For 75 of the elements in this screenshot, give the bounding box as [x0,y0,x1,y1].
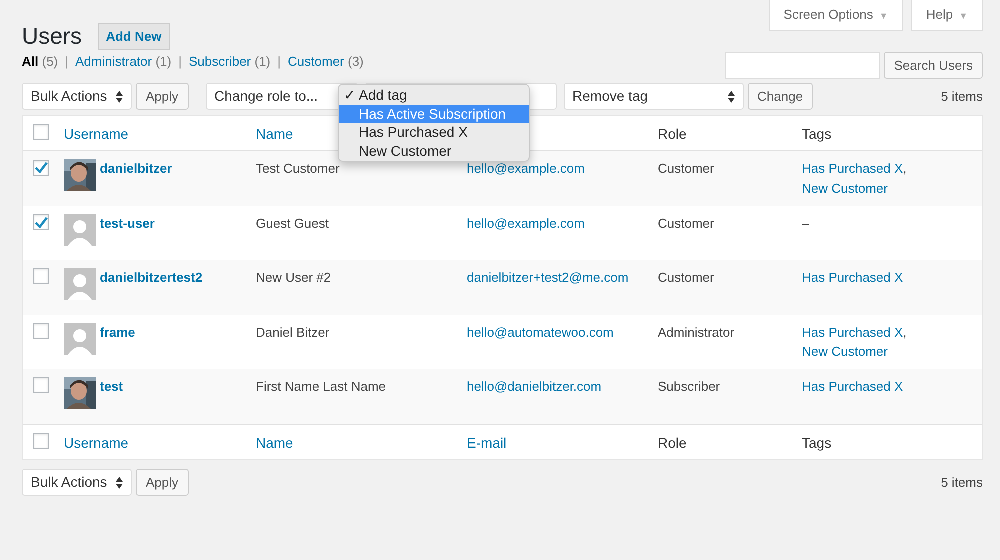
filter-link[interactable]: Administrator (1) [76,52,172,72]
divider-text: | [178,53,182,72]
search-field[interactable] [725,52,880,80]
checkbox[interactable] [33,322,49,339]
column-header: Role [658,435,687,452]
role-text: Customer [658,161,714,176]
tag-text: – [802,216,810,231]
role-text: Customer [658,216,714,231]
tag-link[interactable]: New Customer [802,344,888,360]
avatar-icon [64,322,96,355]
select-field[interactable]: Remove tag [564,83,744,110]
tab-button[interactable]: Screen Options ▼ [768,0,904,30]
divider-text: | [65,53,69,72]
role-text: Customer [658,270,714,286]
item-count: 5 items [941,88,983,106]
menu-item[interactable]: Has Active Subscription [339,104,529,123]
user-link[interactable]: frame [100,322,136,362]
menu-item[interactable]: Has Purchased X [339,123,529,142]
up-down-arrows-icon [116,90,123,103]
user-link[interactable]: test-user [100,214,155,252]
checkbox[interactable] [33,124,49,140]
column-header: Role [658,126,687,142]
page-title: Users [22,22,82,50]
up-down-arrows-icon [116,476,123,489]
select-field[interactable]: Bulk Actions [22,83,132,110]
column-header-link[interactable]: Username [64,435,129,452]
item-count: 5 items [941,474,983,492]
role-text: Administrator [658,324,735,340]
search-button[interactable]: Search Users [884,52,983,80]
select-field[interactable]: Bulk Actions [22,469,132,496]
name-text: Daniel Bitzer [256,324,330,340]
email-link[interactable]: hello@danielbitzer.com [467,379,602,394]
avatar-icon [64,214,96,246]
checkbox[interactable] [33,268,49,284]
apply-button[interactable]: Apply [136,469,189,496]
add-new-button[interactable]: Add New [98,22,170,50]
checkbox[interactable] [33,214,49,230]
column-header-link[interactable]: E-mail [467,435,507,452]
up-down-arrows-icon [728,90,735,103]
name-text: Test Customer [256,161,340,176]
user-link[interactable]: danielbitzertest2 [100,268,203,307]
column-header: Tags [802,126,832,142]
filter-link[interactable]: Customer (3) [288,52,364,72]
name-text: New User #2 [256,270,332,286]
column-header-link[interactable]: Name [256,435,294,452]
divider-text: | [278,53,282,72]
column-header: Tags [802,435,832,452]
column-header-link[interactable]: Username [64,126,129,142]
tag-link[interactable]: Has Purchased X [802,379,904,394]
filter-link[interactable]: Subscriber (1) [189,52,271,72]
tab-button[interactable]: Help ▼ [911,0,983,30]
tag-link[interactable]: New Customer [802,180,888,196]
checkbox[interactable] [33,160,49,176]
comma-text: , [903,161,907,176]
tag-link[interactable]: Has Purchased X [802,270,904,286]
change-button[interactable]: Change [748,83,814,110]
column-header-link[interactable]: Name [256,126,294,142]
user-link[interactable]: danielbitzer [100,159,172,198]
name-text: Guest Guest [256,216,329,231]
email-link[interactable]: hello@example.com [467,161,585,176]
menu-item[interactable]: New Customer [339,142,529,160]
user-link[interactable]: test [100,377,124,416]
avatar-icon [64,268,96,300]
tag-link[interactable]: Has Purchased X [802,161,904,176]
name-text: First Name Last Name [256,379,386,394]
apply-button[interactable]: Apply [136,83,189,110]
filter-link[interactable]: All (5) [22,52,58,72]
role-text: Subscriber [658,379,720,394]
tag-link[interactable]: Has Purchased X [802,324,904,340]
comma-text: , [903,324,907,340]
email-link[interactable]: hello@automatewoo.com [467,324,614,340]
email-link[interactable]: hello@example.com [467,216,585,231]
checkbox[interactable] [33,377,49,394]
checkbox[interactable] [33,433,49,450]
email-link[interactable]: danielbitzer+test2@me.com [467,270,629,286]
